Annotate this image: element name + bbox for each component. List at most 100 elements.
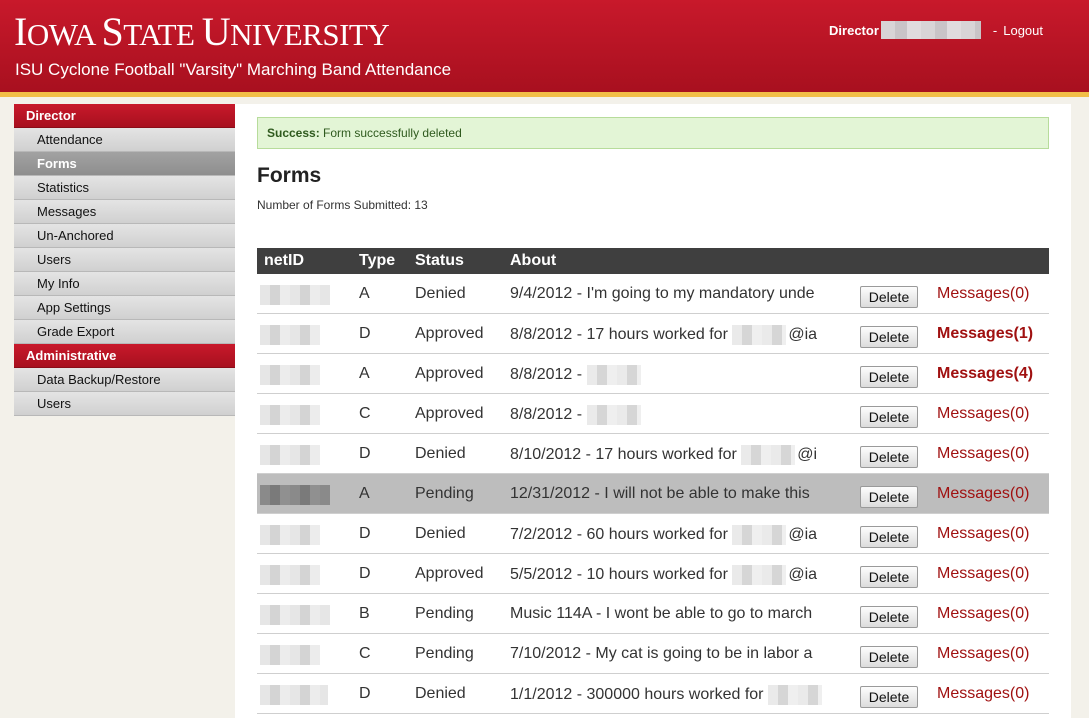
table-row[interactable]: D Denied 7/2/2012 - 60 hours worked for @i… (257, 514, 1049, 554)
logo-letter: I (14, 9, 27, 54)
table-row[interactable]: C Pending 7/10/2012 - My cat is going to b… (257, 634, 1049, 674)
redacted-username (880, 21, 981, 39)
sidebar-item-un-anchored[interactable]: Un-Anchored (14, 224, 235, 248)
table-row[interactable]: A Pending 12/31/2012 - I will not be able … (257, 474, 1049, 514)
about-text: 8/8/2012 - (510, 366, 587, 384)
site-header: IOWA STATE UNIVERSITY ISU Cyclone Footba… (0, 0, 1089, 92)
type-cell: A (359, 485, 370, 502)
redacted-netid (260, 525, 320, 545)
sidebar-section-director: Director (14, 104, 235, 128)
about-cell: 8/8/2012 - (510, 365, 847, 385)
table-row[interactable]: D Denied 1/1/2012 - 300000 hours worked fo… (257, 674, 1049, 714)
logout-link[interactable]: Logout (1003, 23, 1043, 38)
sidebar-item-forms[interactable]: Forms (14, 152, 235, 176)
netid-cell (260, 525, 320, 550)
delete-button[interactable]: Delete (860, 686, 918, 708)
sidebar-item-users[interactable]: Users (14, 248, 235, 272)
separator: - (992, 22, 998, 38)
header-gold-stripe (0, 92, 1089, 97)
delete-button[interactable]: Delete (860, 406, 918, 428)
delete-button[interactable]: Delete (860, 646, 918, 668)
table-row[interactable]: D Denied 8/10/2012 - 17 hours worked for @… (257, 434, 1049, 474)
redacted-text (732, 565, 787, 585)
messages-link[interactable]: Messages(0) (937, 685, 1029, 703)
user-box: Director - Logout (829, 21, 1043, 39)
redacted-netid (260, 365, 320, 385)
sidebar-item-statistics[interactable]: Statistics (14, 176, 235, 200)
about-suffix: @ia (788, 526, 818, 544)
sidebar-item-grade-export[interactable]: Grade Export (14, 320, 235, 344)
logo-letter: S (101, 9, 124, 54)
messages-link[interactable]: Messages(0) (937, 485, 1029, 503)
about-text: 1/1/2012 - 300000 hours worked for (510, 686, 768, 704)
table-header: netID Type Status About (257, 248, 1049, 274)
table-row[interactable]: B Pending Music 114A - I wont be able to g… (257, 594, 1049, 634)
messages-link[interactable]: Messages(0) (937, 605, 1029, 623)
redacted-netid (260, 405, 320, 425)
redacted-text (732, 325, 787, 345)
about-cell: 8/8/2012 - 17 hours worked for @ia (510, 325, 847, 345)
redacted-netid (260, 485, 330, 505)
type-cell: D (359, 685, 371, 702)
table-row[interactable]: C Approved 8/8/2012 - Delete Messages(0) (257, 394, 1049, 434)
type-cell: D (359, 445, 371, 462)
messages-link[interactable]: Messages(0) (937, 445, 1029, 463)
type-cell: D (359, 565, 371, 582)
sidebar-item-data-backup-restore[interactable]: Data Backup/Restore (14, 368, 235, 392)
header-netid[interactable]: netID (264, 252, 304, 270)
netid-cell (260, 405, 320, 430)
delete-button[interactable]: Delete (860, 486, 918, 508)
netid-cell (260, 285, 330, 310)
university-logo[interactable]: IOWA STATE UNIVERSITY (14, 8, 390, 59)
netid-cell (260, 365, 320, 390)
header-status[interactable]: Status (415, 252, 464, 270)
header-type[interactable]: Type (359, 252, 395, 270)
type-cell: C (359, 405, 371, 422)
logo-letter: U (201, 9, 231, 54)
status-cell: Pending (415, 645, 474, 662)
messages-link[interactable]: Messages(0) (937, 565, 1029, 583)
about-cell: 9/4/2012 - I'm going to my mandatory und… (510, 285, 847, 303)
type-cell: C (359, 645, 371, 662)
messages-link[interactable]: Messages(0) (937, 525, 1029, 543)
table-row[interactable]: D Approved 5/5/2012 - 10 hours worked for … (257, 554, 1049, 594)
delete-button[interactable]: Delete (860, 366, 918, 388)
redacted-text (732, 525, 787, 545)
type-cell: B (359, 605, 370, 622)
redacted-netid (260, 685, 328, 705)
redacted-netid (260, 285, 330, 305)
messages-link[interactable]: Messages(0) (937, 645, 1029, 663)
table-row[interactable]: A Denied 9/4/2012 - I'm going to my mandat… (257, 274, 1049, 314)
redacted-netid (260, 645, 320, 665)
status-cell: Pending (415, 485, 474, 502)
messages-link[interactable]: Messages(0) (937, 405, 1029, 423)
about-cell: 7/2/2012 - 60 hours worked for @ia (510, 525, 847, 545)
status-cell: Approved (415, 565, 484, 582)
messages-link[interactable]: Messages(4) (937, 365, 1033, 383)
delete-button[interactable]: Delete (860, 326, 918, 348)
delete-button[interactable]: Delete (860, 286, 918, 308)
sidebar-item-messages[interactable]: Messages (14, 200, 235, 224)
delete-button[interactable]: Delete (860, 606, 918, 628)
sidebar-item-my-info[interactable]: My Info (14, 272, 235, 296)
sidebar-item-attendance[interactable]: Attendance (14, 128, 235, 152)
netid-cell (260, 645, 320, 670)
table-row[interactable]: A Approved 8/8/2012 - Delete Messages(4) (257, 354, 1049, 394)
about-text: 8/8/2012 - (510, 406, 587, 424)
sidebar-item-app-settings[interactable]: App Settings (14, 296, 235, 320)
type-cell: A (359, 285, 370, 302)
messages-link[interactable]: Messages(0) (937, 285, 1029, 303)
delete-button[interactable]: Delete (860, 446, 918, 468)
about-text: 9/4/2012 - I'm going to my mandatory und… (510, 285, 815, 302)
table-row[interactable]: D Approved 8/8/2012 - 17 hours worked for … (257, 314, 1049, 354)
type-cell: D (359, 325, 371, 342)
netid-cell (260, 565, 320, 590)
logo-text: OWA (26, 17, 102, 52)
forms-table: netID Type Status About A Denied 9/4/2012 … (257, 248, 1049, 714)
messages-link[interactable]: Messages(1) (937, 325, 1033, 343)
header-about[interactable]: About (510, 252, 556, 270)
sidebar-item-users[interactable]: Users (14, 392, 235, 416)
delete-button[interactable]: Delete (860, 566, 918, 588)
netid-cell (260, 605, 330, 630)
delete-button[interactable]: Delete (860, 526, 918, 548)
